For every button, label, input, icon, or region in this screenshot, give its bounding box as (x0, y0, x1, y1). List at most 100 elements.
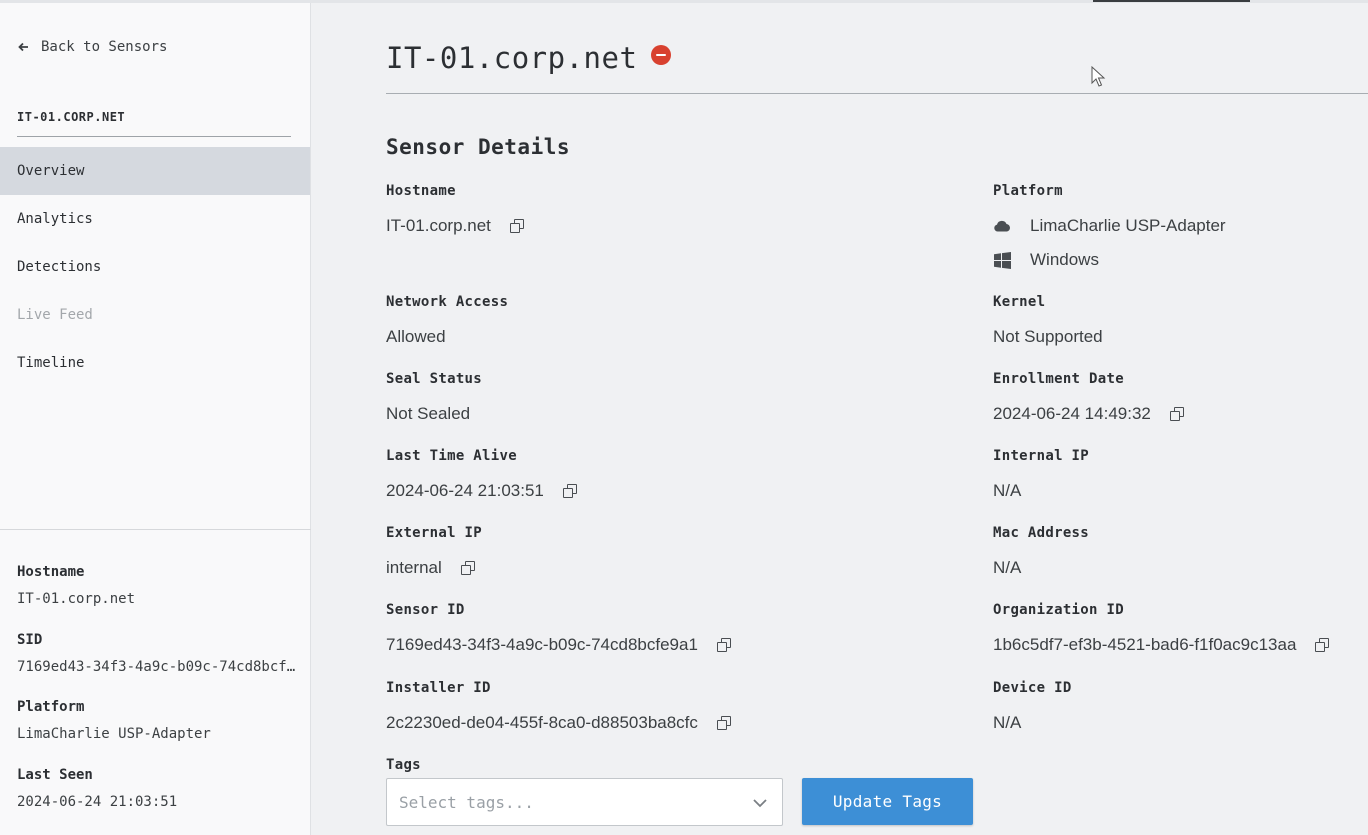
field-kernel: Kernel Not Supported (993, 293, 1103, 347)
platform-value: LimaCharlie USP-Adapter (1030, 216, 1226, 235)
copy-icon[interactable] (716, 637, 732, 653)
main-content: IT-01.corp.net Sensor Details Hostname I… (312, 3, 1368, 835)
sidebar-title-divider (17, 136, 291, 137)
field-label: Last Time Alive (386, 448, 517, 464)
field-value: N/A (993, 481, 1089, 501)
field-label: Platform (993, 183, 1063, 199)
summary-value: IT-01.corp.net (17, 591, 136, 607)
network-access-value: Allowed (386, 327, 446, 346)
summary-value: 7169ed43-34f3-4a9c-b09c-74cd8bcfe9a1 (17, 658, 302, 675)
field-enrollment-date: Enrollment Date 2024-06-24 14:49:32 (993, 370, 1185, 424)
summary-sid: SID 7169ed43-34f3-4a9c-b09c-74cd8bcfe9a1 (17, 630, 302, 698)
field-internal-ip: Internal IP N/A (993, 447, 1089, 501)
field-value: N/A (993, 713, 1072, 733)
copy-icon[interactable] (509, 218, 525, 234)
installer-id-value: 2c2230ed-de04-455f-8ca0-d88503ba8cfc (386, 713, 698, 732)
platform-list: LimaCharlie USP-Adapter Windows (993, 216, 1226, 270)
field-label: Seal Status (386, 371, 483, 387)
sensor-id-value: 7169ed43-34f3-4a9c-b09c-74cd8bcfe9a1 (386, 635, 698, 654)
page-title: IT-01.corp.net (386, 41, 672, 75)
field-value: N/A (993, 558, 1089, 578)
field-value: Allowed (386, 327, 508, 347)
sidebar-item-overview[interactable]: Overview (0, 147, 310, 195)
field-label: External IP (386, 525, 483, 541)
sidebar-divider (0, 529, 311, 530)
sidebar-item-timeline[interactable]: Timeline (0, 339, 310, 387)
field-external-ip: External IP internal (386, 524, 482, 578)
field-label: Mac Address (993, 525, 1090, 541)
offline-status-icon (651, 45, 672, 65)
field-value: 2c2230ed-de04-455f-8ca0-d88503ba8cfc (386, 713, 732, 733)
copy-icon[interactable] (1314, 637, 1330, 653)
sensor-summary: Hostname IT-01.corp.net SID 7169ed43-34f… (17, 562, 302, 832)
seal-status-value: Not Sealed (386, 404, 471, 423)
field-label: Enrollment Date (993, 371, 1124, 387)
summary-label: Last Seen (17, 766, 93, 783)
field-platform: Platform LimaCharlie USP-Adapter Windows (993, 182, 1226, 284)
field-last-time-alive: Last Time Alive 2024-06-24 21:03:51 (386, 447, 578, 501)
sidebar-item-detections[interactable]: Detections (0, 243, 310, 291)
field-organization-id: Organization ID 1b6c5df7-ef3b-4521-bad6-… (993, 601, 1330, 655)
kernel-value: Not Supported (993, 327, 1103, 346)
sidebar: Back to Sensors IT-01.CORP.NET Overview … (0, 3, 311, 835)
field-label: Organization ID (993, 602, 1124, 618)
windows-icon (993, 251, 1011, 269)
internal-ip-value: N/A (993, 481, 1022, 500)
summary-label: SID (17, 631, 43, 648)
device-id-value: N/A (993, 713, 1022, 732)
copy-icon[interactable] (562, 483, 578, 499)
summary-platform: Platform LimaCharlie USP-Adapter (17, 697, 302, 765)
field-value: Not Supported (993, 327, 1103, 347)
platform-item: Windows (993, 250, 1226, 270)
field-label: Internal IP (993, 448, 1090, 464)
back-to-sensors-link[interactable]: Back to Sensors (17, 39, 167, 55)
field-value: 2024-06-24 21:03:51 (386, 481, 578, 501)
tags-label: Tags (386, 757, 421, 773)
field-tags: Tags (386, 756, 421, 774)
last-time-alive-value: 2024-06-24 21:03:51 (386, 481, 544, 500)
tags-placeholder: Select tags... (399, 792, 534, 812)
field-device-id: Device ID N/A (993, 679, 1072, 733)
field-installer-id: Installer ID 2c2230ed-de04-455f-8ca0-d88… (386, 679, 732, 733)
arrow-left-icon (18, 42, 28, 52)
field-value: 1b6c5df7-ef3b-4521-bad6-f1f0ac9c13aa (993, 635, 1330, 655)
sidebar-sensor-title: IT-01.CORP.NET (17, 110, 126, 124)
cloud-icon (993, 217, 1011, 235)
summary-hostname: Hostname IT-01.corp.net (17, 562, 302, 630)
field-value: 2024-06-24 14:49:32 (993, 404, 1185, 424)
copy-icon[interactable] (1169, 406, 1185, 422)
field-label: Device ID (993, 680, 1072, 696)
chevron-down-icon (753, 799, 767, 808)
field-label: Installer ID (386, 680, 491, 696)
back-label: Back to Sensors (41, 39, 168, 55)
field-label: Sensor ID (386, 602, 465, 618)
hostname-value: IT-01.corp.net (386, 216, 491, 235)
field-value: IT-01.corp.net (386, 216, 525, 236)
tags-select[interactable]: Select tags... (386, 778, 783, 826)
field-sensor-id: Sensor ID 7169ed43-34f3-4a9c-b09c-74cd8b… (386, 601, 732, 655)
enrollment-date-value: 2024-06-24 14:49:32 (993, 404, 1151, 423)
summary-label: Platform (17, 699, 85, 715)
sidebar-item-analytics[interactable]: Analytics (0, 195, 310, 243)
field-value: Not Sealed (386, 404, 482, 424)
copy-icon[interactable] (460, 560, 476, 576)
field-network-access: Network Access Allowed (386, 293, 508, 347)
platform-value: Windows (1030, 250, 1099, 269)
update-tags-button[interactable]: Update Tags (802, 778, 973, 825)
field-value: 7169ed43-34f3-4a9c-b09c-74cd8bcfe9a1 (386, 635, 732, 655)
sidebar-item-live-feed: Live Feed (17, 307, 93, 323)
platform-item: LimaCharlie USP-Adapter (993, 216, 1226, 236)
field-hostname: Hostname IT-01.corp.net (386, 182, 525, 236)
title-divider (386, 93, 1368, 94)
mac-address-value: N/A (993, 558, 1022, 577)
summary-label: Hostname (17, 564, 85, 580)
sidebar-nav: Overview Analytics Detections Live Feed … (0, 147, 310, 387)
copy-icon[interactable] (716, 715, 732, 731)
section-title: Sensor Details (386, 135, 571, 159)
mouse-cursor-icon (1091, 66, 1106, 87)
organization-id-value: 1b6c5df7-ef3b-4521-bad6-f1f0ac9c13aa (993, 635, 1297, 654)
external-ip-value: internal (386, 558, 442, 577)
top-scroll-indicator (1093, 0, 1250, 2)
field-seal-status: Seal Status Not Sealed (386, 370, 482, 424)
summary-value: 2024-06-24 21:03:51 (17, 793, 178, 810)
